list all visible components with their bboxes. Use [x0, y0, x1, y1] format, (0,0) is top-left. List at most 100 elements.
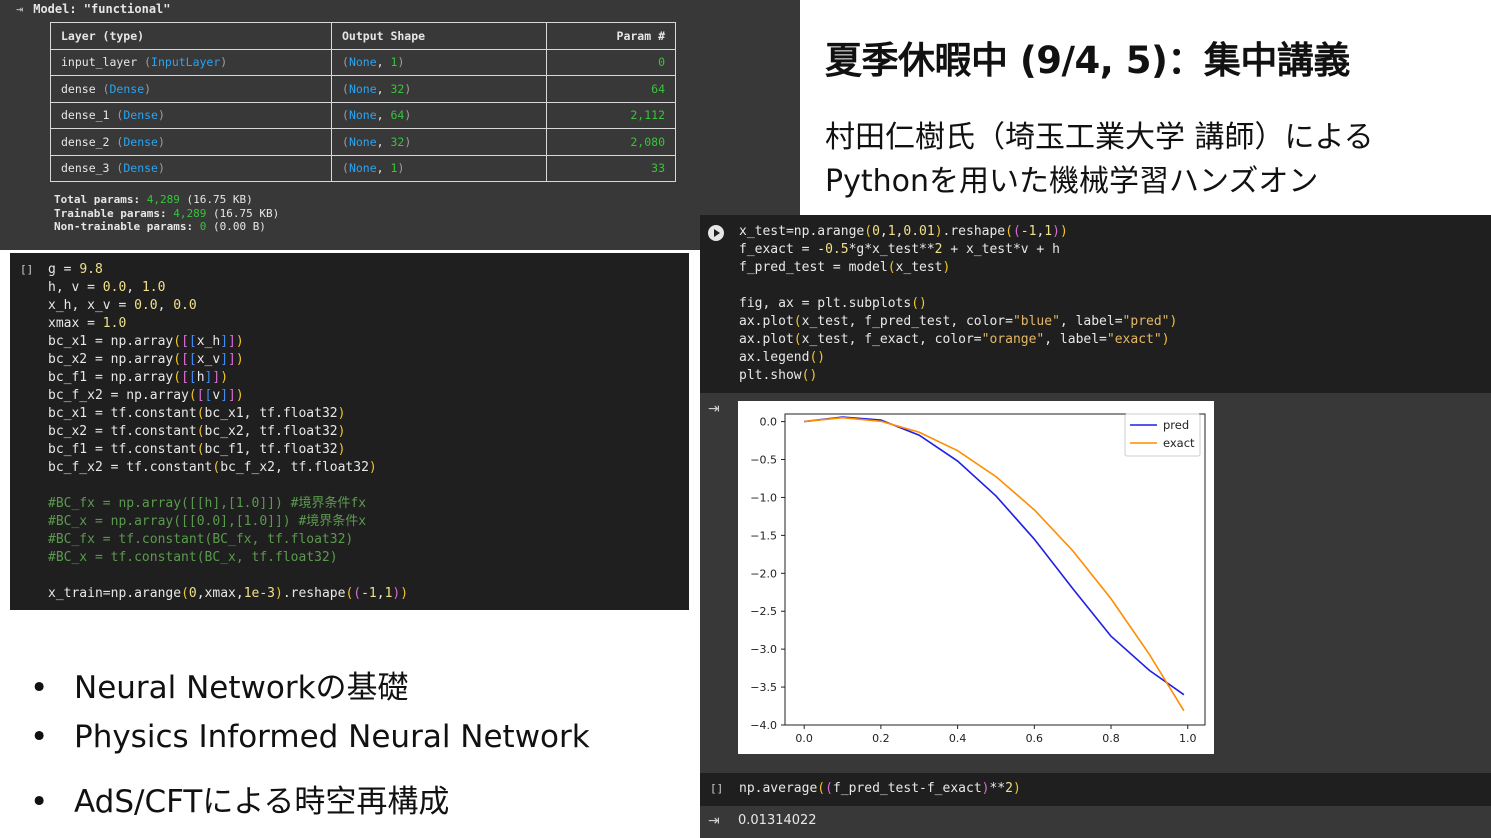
code-token: , label= [1044, 332, 1107, 347]
code-line: h, v = 0.0, 1.0 [48, 279, 408, 297]
code-token: ( [825, 781, 833, 796]
line-chart: 0.0 0.2 0.4 0.6 0.8 1.0 0.0 −0.5 −1.0 −1.5 −2.0 −2.… [750, 413, 1206, 745]
param-count-cell: 2,080 [546, 128, 676, 156]
code-editor[interactable]: np.average((f_pred_test-f_exact)**2) [739, 780, 1021, 798]
code-token: -1 [1020, 224, 1037, 239]
code-token: [ [188, 334, 197, 349]
y-tick-label: −2.0 [750, 567, 777, 580]
code-token: ( [353, 586, 362, 601]
code-token: ( [188, 388, 197, 403]
model-summary-header: ⇥ Model: "functional" [16, 2, 171, 16]
shape-none: None [348, 161, 377, 176]
code-cell-plot[interactable]: x_test=np.arange(0,1,0.01).reshape((-1,1… [700, 215, 1491, 393]
code-token: ( [793, 332, 802, 347]
code-token: fig, ax = plt.subplots [739, 296, 912, 311]
code-token: ( [1012, 224, 1021, 239]
code-token: bc_f1 = tf.constant [48, 442, 197, 457]
code-token: h, v = [48, 280, 103, 295]
y-tick-label: 0.0 [760, 416, 778, 429]
code-line: x_test=np.arange(0,1,0.01).reshape((-1,1… [739, 223, 1177, 241]
code-editor[interactable]: g = 9.8 h, v = 0.0, 1.0 x_h, x_v = 0.0, 0.… [48, 261, 408, 603]
code-token: 2 [934, 242, 943, 257]
code-line: ax.plot(x_test, f_exact, color="orange",… [739, 331, 1177, 349]
code-token: 1.0 [102, 316, 127, 331]
code-token: 1 [887, 224, 896, 239]
output-toggle-icon[interactable]: ⇥ [16, 2, 23, 16]
code-token: ( [173, 334, 182, 349]
plot-area-frame [784, 413, 1206, 726]
table-row: dense_3 (Dense) (None, 1) 33 [50, 154, 676, 182]
output-value: 0.01314022 [738, 813, 817, 828]
y-tick-label: −1.0 [750, 491, 777, 504]
code-token: bc_x1, tf.float32 [204, 406, 338, 421]
output-toggle-icon[interactable]: ⇥ [708, 813, 720, 829]
layer-type: Dense [123, 108, 158, 123]
y-tick-label: −3.0 [750, 643, 777, 656]
bullet-marker: • [30, 784, 49, 820]
output-toggle-icon[interactable]: ⇥ [708, 401, 720, 417]
code-token: .reshape [282, 586, 346, 601]
layer-cell: dense_3 (Dense) [50, 154, 332, 182]
layer-cell: dense (Dense) [50, 75, 332, 103]
slide-title: 夏季休暇中 (9/4, 5)：集中講義 [825, 39, 1350, 82]
code-token: bc_x1 = tf.constant [48, 406, 197, 421]
layer-type: Dense [109, 81, 145, 96]
code-line: #BC_x = np.array([[0.0],[1.0]]) #境界条件x [48, 513, 408, 531]
layer-type: Dense [123, 134, 158, 149]
code-token: bc_f_x2 = tf.constant [48, 460, 213, 475]
code-token: np.average [739, 781, 818, 796]
list-item: • Physics Informed Neural Network [30, 719, 590, 755]
y-tick-label: −1.5 [750, 529, 777, 542]
code-token: ) [400, 586, 409, 601]
shape-dim: 64 [390, 108, 405, 123]
code-token: ) [235, 352, 244, 367]
code-token: , [126, 280, 142, 295]
shape-none: None [348, 81, 377, 96]
code-token: 0.0 [134, 298, 158, 313]
code-token: ) [942, 260, 951, 275]
code-token: x_v [196, 352, 221, 367]
list-item-text: Physics Informed Neural Network [74, 719, 590, 755]
table-header-row: Layer (type) Output Shape Param # [50, 22, 676, 50]
code-token: ( [181, 586, 189, 601]
run-cell-button[interactable]: [] [710, 782, 723, 795]
code-token: #BC_fx = np.array([[h],[1.0]]) #境界条件fx [48, 496, 367, 511]
y-tick-label: −4.0 [750, 719, 777, 732]
code-token: ) [235, 334, 244, 349]
layer-type: Dense [123, 161, 158, 176]
code-token: , [879, 224, 888, 239]
shape-none: None [348, 134, 377, 149]
code-token: "pred" [1122, 314, 1170, 329]
code-token: bc_f_x2, tf.float32 [220, 460, 369, 475]
code-token: [ [188, 370, 197, 385]
code-line: ax.plot(x_test, f_pred_test, color="blue… [739, 313, 1177, 331]
run-cell-button[interactable]: [] [20, 263, 33, 276]
code-line: bc_x2 = np.array([[x_v]]) [48, 351, 408, 369]
code-token: bc_f_x2 = np.array [48, 388, 189, 403]
param-total-size: (16.75 KB) [186, 193, 253, 206]
play-icon[interactable] [708, 225, 724, 241]
model-name-label: Model: "functional" [33, 2, 171, 16]
code-token: #BC_x = np.array([[0.0],[1.0]]) #境界条件x [48, 514, 367, 529]
code-token: ] [220, 352, 229, 367]
code-line: bc_x1 = tf.constant(bc_x1, tf.float32) [48, 405, 408, 423]
x-tick-label: 1.0 [1179, 732, 1197, 745]
code-line: #BC_fx = tf.constant(BC_fx, tf.float32) [48, 531, 408, 549]
code-cell-average[interactable]: [] np.average((f_pred_test-f_exact)**2) [700, 773, 1491, 806]
code-token: g = [48, 262, 80, 277]
code-token: ] [228, 334, 236, 349]
code-editor[interactable]: x_test=np.arange(0,1,0.01).reshape((-1,1… [739, 223, 1177, 385]
code-token: [ [181, 370, 189, 385]
code-cell-boundary-conditions[interactable]: [] g = 9.8 h, v = 0.0, 1.0 x_h, x_v = 0.0,… [10, 253, 689, 610]
param-count-cell: 64 [546, 75, 676, 103]
layer-cell: dense_2 (Dense) [50, 128, 332, 156]
slide-subtitle-line-1: 村田仁樹氏（埼玉工業大学 講師）による [825, 120, 1374, 155]
code-token: ( [793, 314, 802, 329]
code-token: bc_x2, tf.float32 [204, 424, 338, 439]
output-shape-cell: (None, 64) [331, 101, 547, 129]
param-total-label: Non-trainable params: [54, 220, 194, 233]
code-line: bc_x1 = np.array([[x_h]]) [48, 333, 408, 351]
layer-cell: input_layer (InputLayer) [50, 48, 332, 76]
